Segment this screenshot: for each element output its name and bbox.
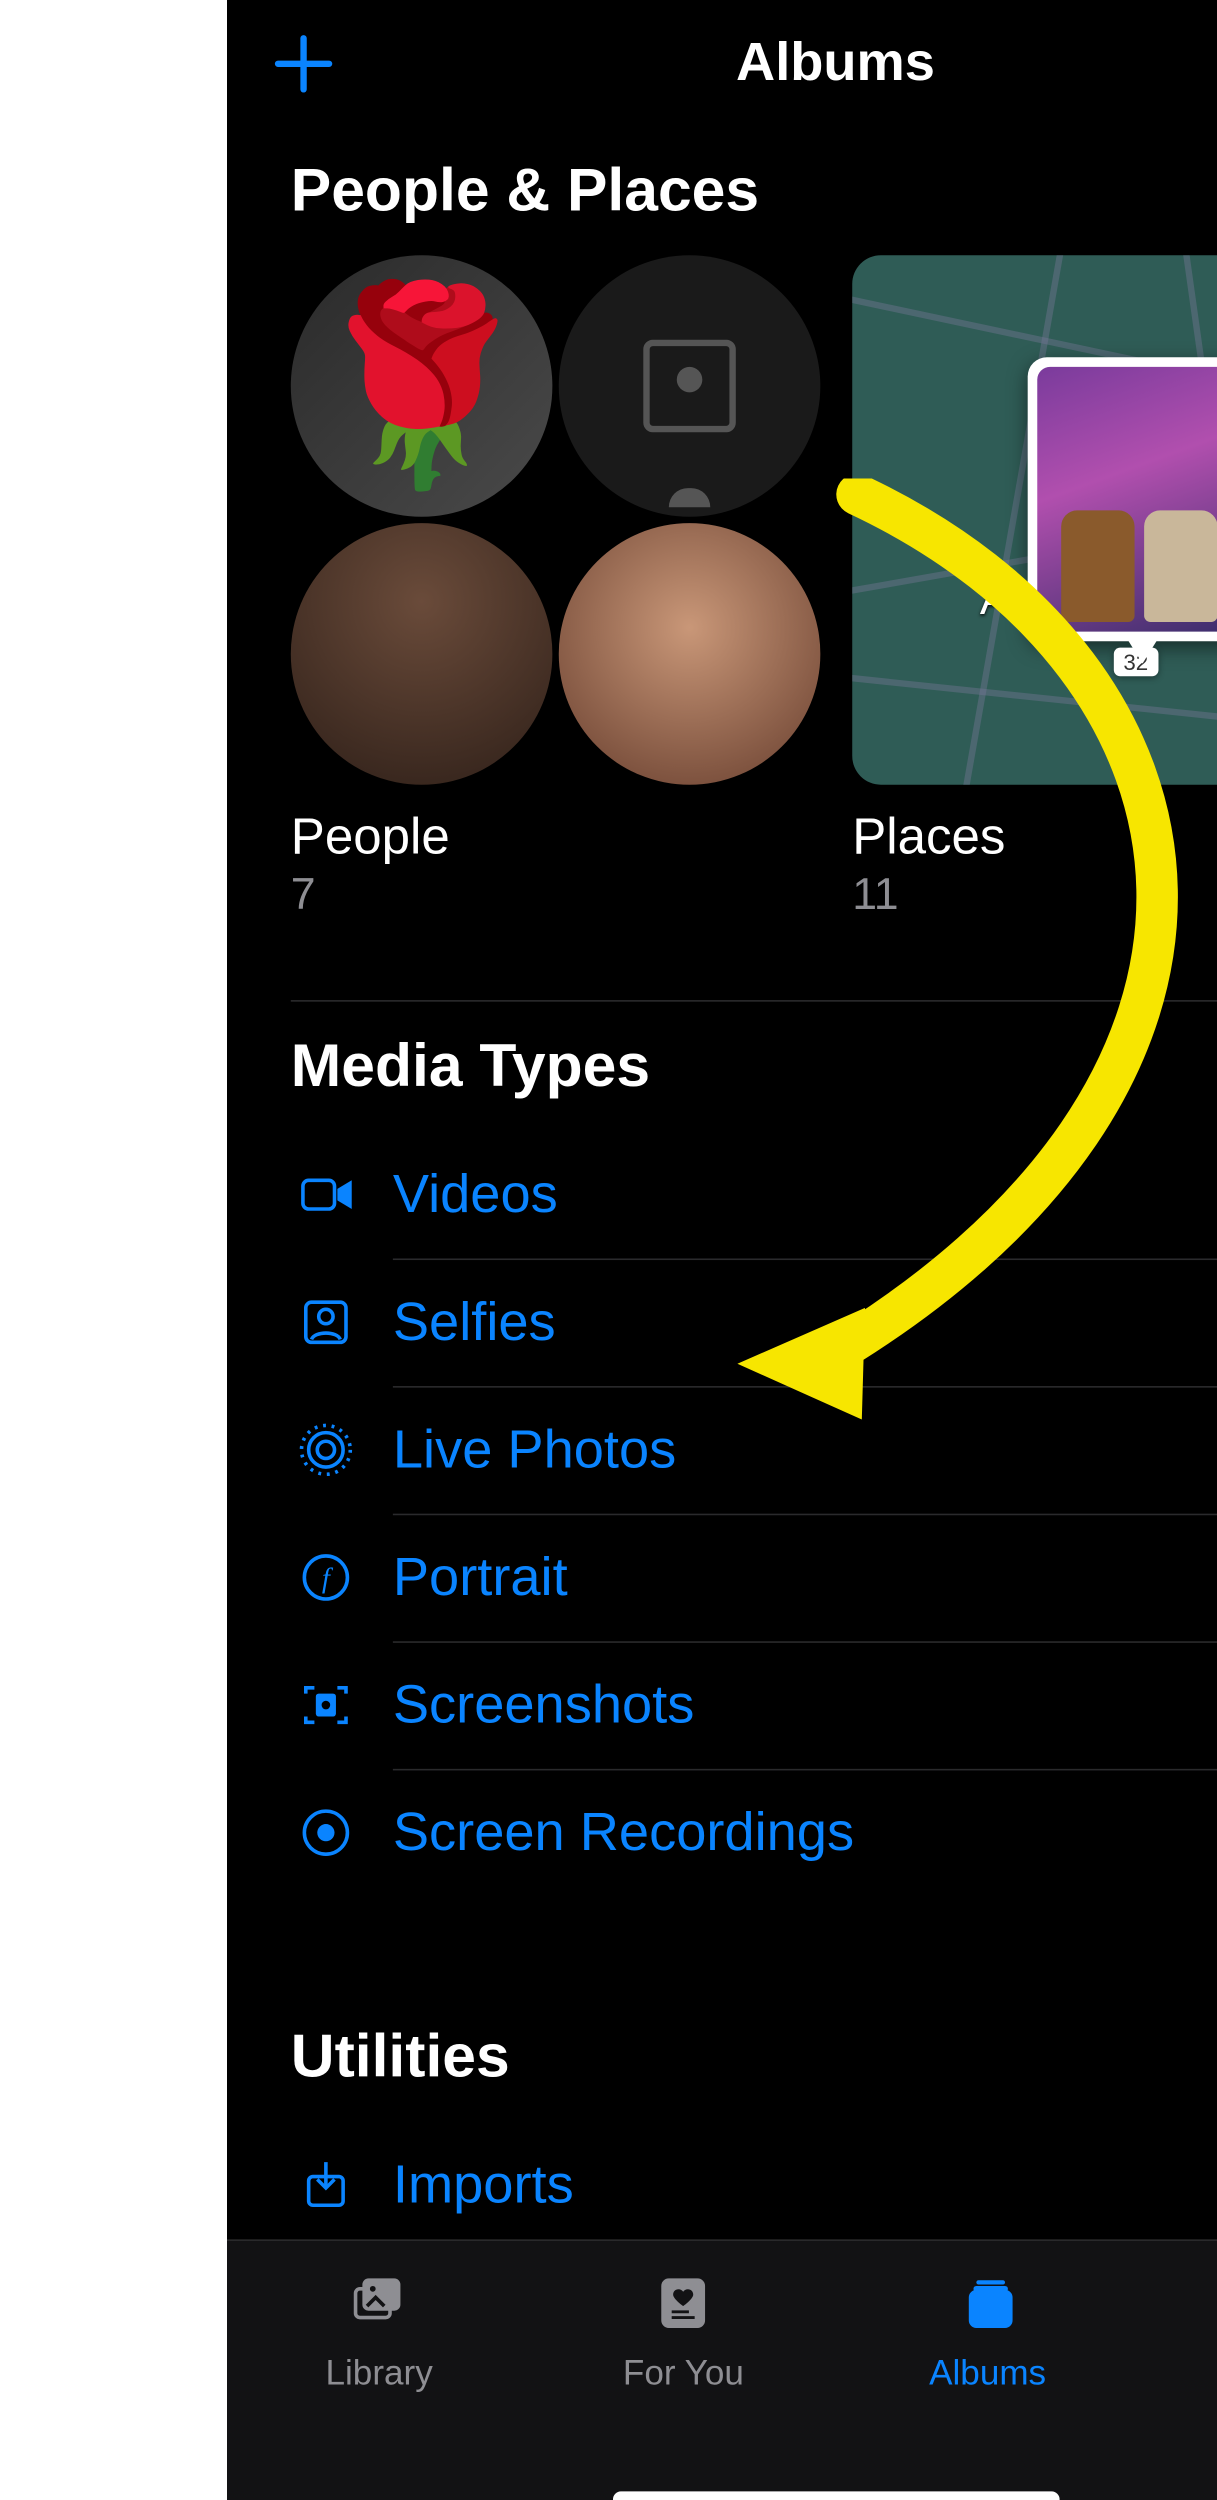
- svg-text:f: f: [322, 1563, 334, 1595]
- home-indicator[interactable]: [612, 2491, 1059, 2500]
- media-row-label: Screen Recordings: [393, 1802, 854, 1864]
- map-pin-count: 32: [1114, 648, 1158, 677]
- section-title-media-types: Media Types: [291, 1034, 1217, 1103]
- people-face-1: 🌹: [291, 255, 553, 517]
- person-placeholder-icon: [643, 340, 736, 433]
- screenshot-icon: [291, 1670, 361, 1740]
- nav-title: Albums: [736, 32, 935, 94]
- media-row-screenshots[interactable]: Screenshots1,394›: [227, 1641, 1217, 1769]
- places-count: 11: [852, 869, 1217, 920]
- rose-icon: 🌹: [302, 290, 540, 481]
- section-title-utilities: Utilities: [291, 2024, 1217, 2093]
- media-row-portrait[interactable]: fPortrait31›: [227, 1514, 1217, 1642]
- media-row-screen-recordings[interactable]: Screen Recordings209›: [227, 1769, 1217, 1897]
- tab-search[interactable]: Search: [1172, 2263, 1217, 2500]
- video-icon: [291, 1160, 361, 1230]
- add-button[interactable]: [259, 19, 348, 108]
- imports-icon: [291, 2150, 361, 2220]
- selfie-icon: [291, 1287, 361, 1357]
- portrait-icon: f: [291, 1542, 361, 1612]
- media-types-list: Videos962›Selfies2›Live Photos43› f Portra…: [227, 1131, 1217, 1897]
- places-label: Places: [852, 807, 1217, 866]
- people-face-3: [559, 523, 821, 785]
- section-divider: [291, 1000, 1217, 1002]
- people-grid: 🌹: [291, 255, 821, 785]
- livephoto-icon: [291, 1415, 361, 1485]
- tab-albums-label: Albums: [929, 2353, 1046, 2394]
- people-album[interactable]: 🌹 People 7: [291, 255, 821, 920]
- people-face-placeholder: [559, 255, 821, 517]
- media-row-label: Selfies: [393, 1291, 556, 1353]
- screenrec-icon: [291, 1798, 361, 1868]
- media-row-selfies[interactable]: Selfies2›: [227, 1258, 1217, 1386]
- media-row-label: Videos: [393, 1164, 558, 1226]
- media-row-label: Portrait: [393, 1546, 568, 1608]
- tab-for-you[interactable]: For You: [564, 2263, 803, 2500]
- media-row-live-photos[interactable]: Live Photos43›: [227, 1386, 1217, 1514]
- media-row-label: Screenshots: [393, 1674, 694, 1736]
- section-title-people-places: People & Places: [291, 158, 1217, 227]
- people-places-row: 🌹 People 7 Awka 32: [227, 255, 1217, 920]
- albums-icon: [959, 2263, 1016, 2343]
- tab-library-label: Library: [325, 2353, 432, 2394]
- places-album[interactable]: Awka 32 Places 11: [852, 255, 1217, 920]
- media-row-videos[interactable]: Videos962›: [227, 1131, 1217, 1259]
- map-pin: 32: [1028, 357, 1217, 641]
- media-row-label: Live Photos: [393, 1419, 676, 1481]
- utility-row-imports[interactable]: Imports18›: [227, 2121, 1217, 2249]
- tab-albums[interactable]: Albums: [868, 2263, 1107, 2500]
- tab-for-you-label: For You: [623, 2353, 744, 2394]
- tab-bar: Library For You Albums Search: [227, 2239, 1217, 2500]
- photos-app-albums-screen: Albums People & Places 🌹 People 7: [227, 0, 1217, 2500]
- tab-library[interactable]: Library: [259, 2263, 498, 2500]
- people-label: People: [291, 807, 821, 866]
- people-face-2: [291, 523, 553, 785]
- people-count: 7: [291, 869, 821, 920]
- for-you-icon: [655, 2263, 712, 2343]
- places-map: Awka 32: [852, 255, 1217, 785]
- utility-row-label: Imports: [393, 2154, 574, 2216]
- nav-bar: Albums: [227, 0, 1217, 126]
- library-icon: [350, 2263, 407, 2343]
- plus-icon: [275, 35, 332, 92]
